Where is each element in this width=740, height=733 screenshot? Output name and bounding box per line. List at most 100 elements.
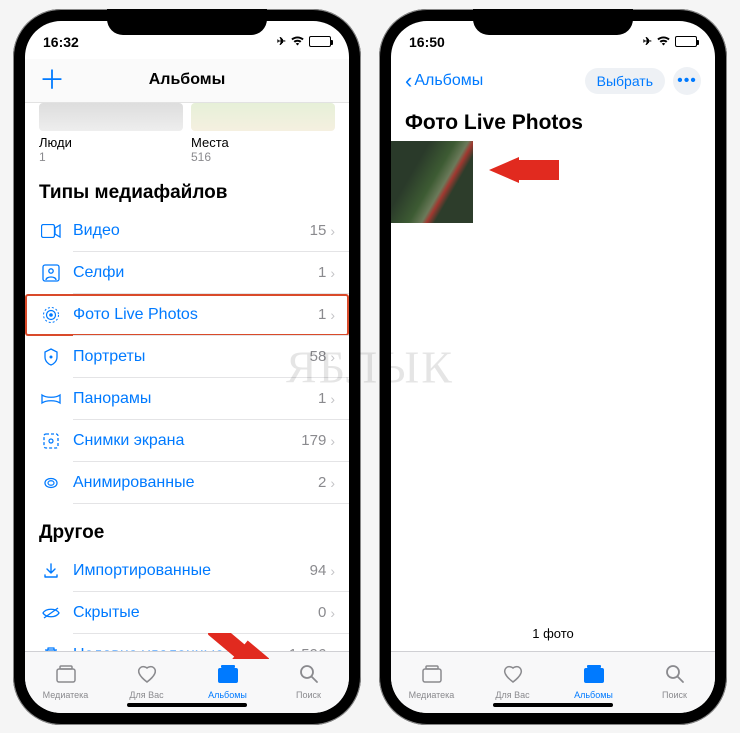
tab-label: Поиск	[296, 690, 321, 700]
library-icon	[54, 664, 78, 688]
chevron-right-icon: ›	[330, 647, 335, 651]
album-count: 516	[191, 150, 335, 164]
row-count: 1	[318, 264, 326, 281]
row-count: 58	[310, 348, 327, 365]
library-icon	[420, 664, 444, 688]
row-count: 0	[318, 604, 326, 621]
album-label: Люди	[39, 135, 183, 150]
content-right[interactable]: 1 фото	[391, 141, 715, 651]
row-live-photos[interactable]: Фото Live Photos 1 ›	[25, 294, 349, 336]
row-panoramas[interactable]: Панорамы 1 ›	[25, 378, 349, 420]
nav-title: Альбомы	[25, 71, 349, 89]
row-label: Селфи	[73, 264, 318, 282]
row-count: 15	[310, 222, 327, 239]
tab-label: Поиск	[662, 690, 687, 700]
album-thumb	[191, 103, 335, 131]
chevron-right-icon: ›	[330, 563, 335, 579]
row-label: Портреты	[73, 348, 310, 366]
row-label: Импортированные	[73, 562, 310, 580]
row-count: 179	[301, 432, 326, 449]
wifi-icon	[656, 35, 671, 49]
albums-icon	[216, 664, 240, 688]
chevron-right-icon: ›	[330, 391, 335, 407]
album-card-people[interactable]: Люди 1	[39, 103, 183, 164]
status-indicators: ✈	[643, 35, 697, 49]
tab-label: Медиатека	[409, 690, 455, 700]
footer-count: 1 фото	[391, 616, 715, 651]
chevron-right-icon: ›	[330, 605, 335, 621]
albums-icon	[582, 664, 606, 688]
row-label: Фото Live Photos	[73, 306, 318, 324]
row-label: Снимки экрана	[73, 432, 301, 450]
tab-label: Для Вас	[495, 690, 529, 700]
row-count: 1	[318, 390, 326, 407]
airplane-icon: ✈	[277, 35, 286, 48]
row-count: 2	[318, 474, 326, 491]
select-button[interactable]: Выбрать	[585, 68, 665, 94]
row-imported[interactable]: Импортированные 94 ›	[25, 550, 349, 592]
row-label: Скрытые	[73, 604, 318, 622]
screenshot-icon	[39, 432, 63, 450]
panorama-icon	[39, 393, 63, 405]
row-portraits[interactable]: Портреты 58 ›	[25, 336, 349, 378]
screen-right: 16:50 ✈ ‹ Альбомы Выбрать ••• Фото Live …	[391, 21, 715, 713]
row-selfie[interactable]: Селфи 1 ›	[25, 252, 349, 294]
tab-search[interactable]: Поиск	[268, 652, 349, 713]
row-recently-deleted[interactable]: Недавно удаленные 1 596 ›	[25, 634, 349, 651]
status-time: 16:50	[409, 34, 445, 50]
battery-icon	[675, 36, 697, 47]
section-other: Другое	[25, 504, 349, 550]
live-photos-icon	[39, 306, 63, 324]
more-button[interactable]: •••	[673, 67, 701, 95]
tab-search[interactable]: Поиск	[634, 652, 715, 713]
tab-library[interactable]: Медиатека	[25, 652, 106, 713]
photo-thumbnail[interactable]	[391, 141, 473, 223]
chevron-right-icon: ›	[330, 349, 335, 365]
hidden-icon	[39, 606, 63, 620]
nav-header: ＋ Альбомы	[25, 59, 349, 103]
for-you-icon	[502, 664, 524, 688]
screen-left: 16:32 ✈ ＋ Альбомы Люди 1	[25, 21, 349, 713]
row-count: 94	[310, 562, 327, 579]
notch	[107, 9, 267, 35]
chevron-right-icon: ›	[330, 433, 335, 449]
album-count: 1	[39, 150, 183, 164]
row-label: Анимированные	[73, 474, 318, 492]
notch	[473, 9, 633, 35]
home-indicator[interactable]	[493, 703, 613, 707]
tab-label: Медиатека	[43, 690, 89, 700]
row-video[interactable]: Видео 15 ›	[25, 210, 349, 252]
for-you-icon	[136, 664, 158, 688]
row-count: 1	[318, 306, 326, 323]
trash-icon	[39, 646, 63, 651]
animated-icon	[39, 474, 63, 492]
import-icon	[39, 562, 63, 580]
tab-label: Альбомы	[574, 690, 613, 700]
row-hidden[interactable]: Скрытые 0 ›	[25, 592, 349, 634]
annotation-arrow	[489, 157, 559, 183]
airplane-icon: ✈	[643, 35, 652, 48]
row-label: Панорамы	[73, 390, 318, 408]
search-icon	[665, 664, 685, 688]
section-media-types: Типы медиафайлов	[25, 164, 349, 210]
row-animated[interactable]: Анимированные 2 ›	[25, 462, 349, 504]
add-button[interactable]: ＋	[39, 67, 65, 93]
album-card-places[interactable]: Места 516	[191, 103, 335, 164]
nav-header: ‹ Альбомы Выбрать •••	[391, 59, 715, 103]
back-button[interactable]: ‹ Альбомы	[405, 68, 483, 94]
content-left[interactable]: Люди 1 Места 516 Типы медиафайлов Видео …	[25, 103, 349, 651]
status-time: 16:32	[43, 34, 79, 50]
tab-label: Альбомы	[208, 690, 247, 700]
row-count: 1 596	[289, 646, 327, 651]
home-indicator[interactable]	[127, 703, 247, 707]
album-title: Фото Live Photos	[391, 103, 715, 141]
selfie-icon	[39, 264, 63, 282]
chevron-left-icon: ‹	[405, 68, 412, 94]
row-label: Видео	[73, 222, 310, 240]
other-list: Импортированные 94 › Скрытые 0 › Недавно…	[25, 550, 349, 651]
annotation-arrow	[199, 633, 269, 659]
row-screenshots[interactable]: Снимки экрана 179 ›	[25, 420, 349, 462]
tab-library[interactable]: Медиатека	[391, 652, 472, 713]
ellipsis-icon: •••	[677, 72, 697, 90]
chevron-right-icon: ›	[330, 265, 335, 281]
